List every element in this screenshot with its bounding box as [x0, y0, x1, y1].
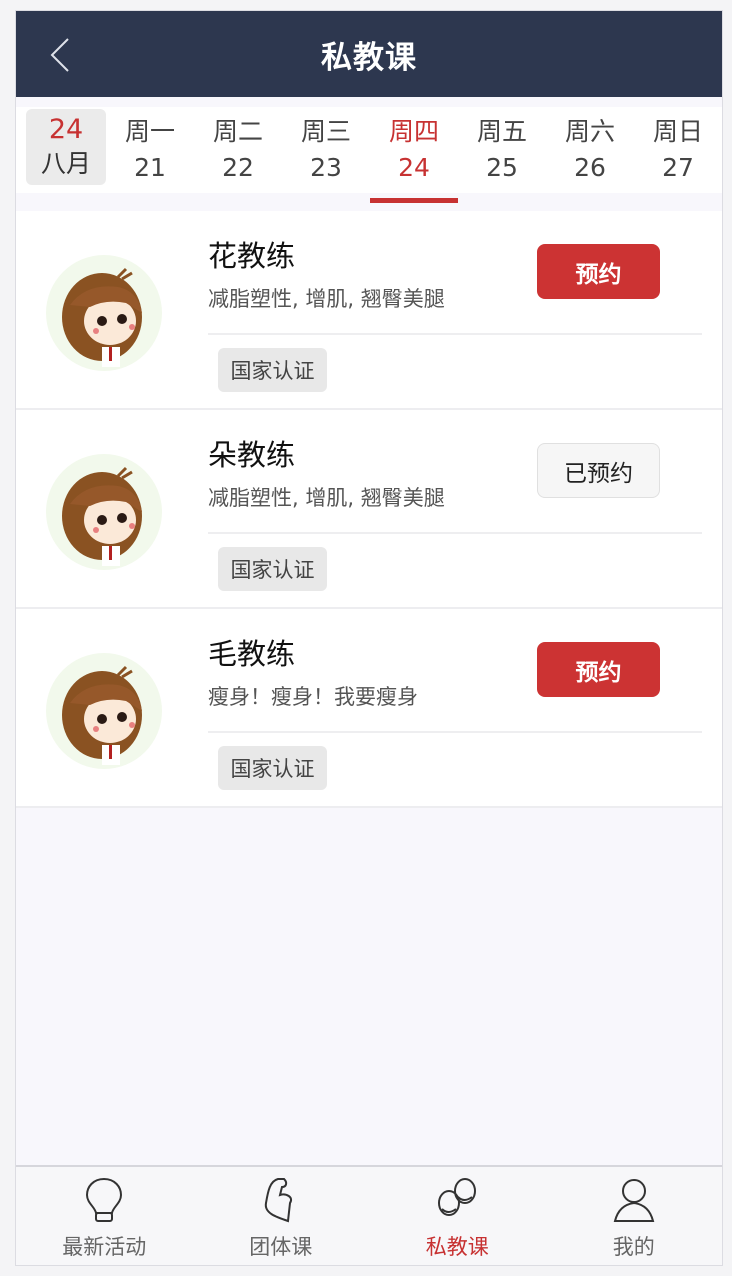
divider	[208, 532, 702, 534]
weekday-label: 周二	[212, 117, 263, 146]
date-label: 24	[398, 153, 430, 182]
tab-label: 我的	[612, 1235, 655, 1259]
weekday-label: 周五	[476, 117, 527, 146]
current-month: 八月	[40, 149, 91, 178]
cartoon-girl-icon	[62, 466, 142, 566]
tab-label: 团体课	[249, 1235, 313, 1259]
tab-latest-activities[interactable]: 最新活动	[16, 1167, 193, 1265]
weekday-label: 周三	[300, 117, 351, 146]
date-label: 21	[134, 153, 166, 182]
weekday-label: 周日	[652, 117, 703, 146]
weekday-label: 周六	[564, 117, 615, 146]
tab-private-class[interactable]: 私教课	[369, 1167, 546, 1265]
page-title: 私教课	[321, 39, 417, 76]
book-button[interactable]: 预约	[537, 244, 660, 299]
cartoon-girl-icon	[62, 267, 142, 367]
current-day: 24	[48, 114, 84, 145]
tab-me[interactable]: 我的	[546, 1167, 723, 1265]
tab-label: 最新活动	[62, 1235, 147, 1259]
weekday-label: 周四	[388, 117, 439, 146]
coach-name: 朵教练	[208, 438, 296, 472]
avatar	[46, 653, 162, 769]
user-icon	[613, 1179, 655, 1222]
certification-badge: 国家认证	[218, 746, 327, 790]
coach-skills: 减脂塑性, 增肌, 翘臀美腿	[208, 486, 445, 510]
divider	[208, 333, 702, 335]
muscle-arm-icon	[264, 1178, 292, 1223]
lightbulb-icon	[86, 1177, 123, 1222]
booked-button[interactable]: 已预约	[537, 443, 660, 498]
book-button[interactable]: 预约	[537, 642, 660, 697]
divider	[208, 731, 702, 733]
day-tab-active[interactable]: 周四 24	[370, 107, 458, 203]
date-label: 26	[574, 153, 606, 182]
coach-card[interactable]: 朵教练 减脂塑性, 增肌, 翘臀美腿 国家认证 已预约	[16, 410, 722, 609]
chevron-left-icon[interactable]	[42, 35, 78, 75]
coach-skills: 瘦身！瘦身！我要瘦身	[208, 685, 418, 709]
app-screen: 私教课 24 八月 周一 21 周二 22 周三 23 周四 24 周五 25 周六 26 …	[15, 10, 723, 1266]
certification-badge: 国家认证	[218, 348, 327, 392]
coach-name: 花教练	[208, 239, 296, 273]
cartoon-girl-icon	[62, 665, 142, 765]
bottom-tab-bar: 最新活动 团体课 私教课 我的	[16, 1165, 722, 1265]
day-tab[interactable]: 周三 23	[282, 107, 370, 193]
avatar	[46, 255, 162, 371]
coach-list: 花教练 减脂塑性, 增肌, 翘臀美腿 国家认证 预约 朵教练 减脂塑性, 增肌,…	[16, 211, 722, 808]
boxing-gloves-icon	[438, 1178, 477, 1216]
coach-card[interactable]: 毛教练 瘦身！瘦身！我要瘦身 国家认证 预约	[16, 609, 722, 808]
coach-card[interactable]: 花教练 减脂塑性, 增肌, 翘臀美腿 国家认证 预约	[16, 211, 722, 410]
day-tab[interactable]: 周日 27	[634, 107, 722, 193]
tab-label: 私教课	[425, 1235, 489, 1259]
day-tab[interactable]: 周五 25	[458, 107, 546, 193]
day-tab[interactable]: 周一 21	[106, 107, 194, 193]
coach-skills: 减脂塑性, 增肌, 翘臀美腿	[208, 287, 445, 311]
date-label: 23	[310, 153, 342, 182]
tab-group-class[interactable]: 团体课	[193, 1167, 370, 1265]
date-selector: 24 八月 周一 21 周二 22 周三 23 周四 24 周五 25 周六 26 周日 27	[16, 97, 722, 207]
coach-name: 毛教练	[208, 637, 296, 671]
certification-badge: 国家认证	[218, 547, 327, 591]
weekday-label: 周一	[124, 117, 175, 146]
day-tab[interactable]: 周六 26	[546, 107, 634, 193]
day-tab[interactable]: 周二 22	[194, 107, 282, 193]
avatar	[46, 454, 162, 570]
date-label: 25	[486, 153, 518, 182]
date-label: 22	[222, 153, 254, 182]
date-label: 27	[662, 153, 694, 182]
current-date-badge: 24 八月	[26, 109, 106, 185]
nav-bar: 私教课	[16, 11, 722, 97]
